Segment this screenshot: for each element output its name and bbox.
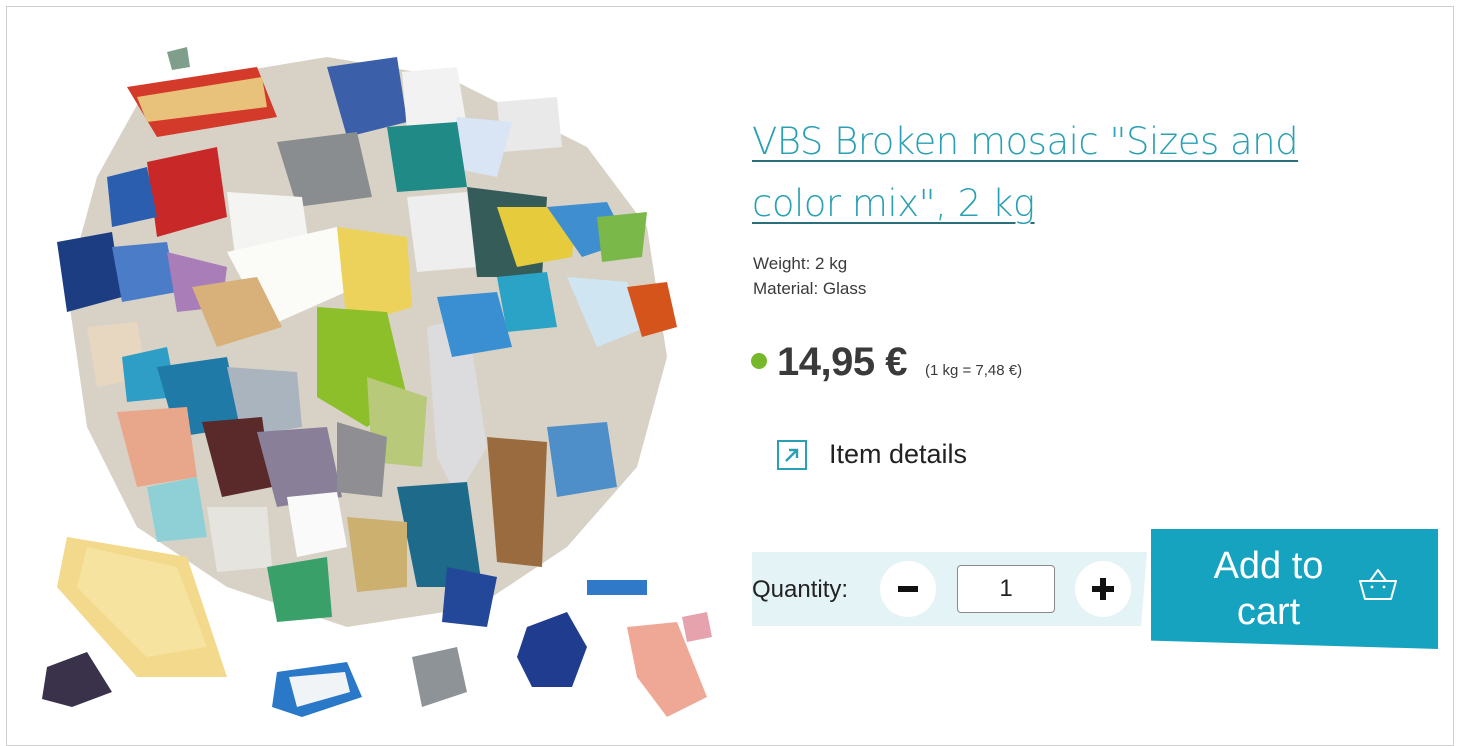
unit-price: (1 kg = 7,48 €) xyxy=(924,362,1023,379)
plus-icon xyxy=(1092,578,1114,600)
product-image[interactable] xyxy=(27,27,727,727)
quantity-bar: Quantity: xyxy=(752,552,1147,626)
spec-weight: Weight: 2 kg xyxy=(753,254,848,273)
mosaic-pieces-illustration xyxy=(42,47,712,717)
item-details-link[interactable]: Item details xyxy=(777,439,967,470)
decrement-button[interactable] xyxy=(880,561,936,617)
increment-button[interactable] xyxy=(1075,561,1131,617)
minus-icon xyxy=(898,586,918,592)
price-row: 14,95 € (1 kg = 7,48 €) xyxy=(751,340,1022,385)
basket-icon xyxy=(1356,567,1400,608)
product-title-link[interactable]: VBS Broken mosaic "Sizes and color mix",… xyxy=(752,120,1299,225)
add-to-cart-label: Add to cart xyxy=(1213,545,1324,633)
product-title[interactable]: VBS Broken mosaic "Sizes and color mix",… xyxy=(752,111,1392,235)
product-card: VBS Broken mosaic "Sizes and color mix",… xyxy=(6,6,1454,746)
price: 14,95 € xyxy=(777,340,907,384)
external-arrow-icon xyxy=(777,439,807,470)
quantity-input[interactable] xyxy=(957,565,1055,613)
spec-material: Material: Glass xyxy=(753,279,867,298)
item-details-label: Item details xyxy=(829,439,968,469)
quantity-label: Quantity: xyxy=(752,576,849,603)
add-to-cart-button[interactable]: Add to cart xyxy=(1151,529,1438,649)
product-specs: Weight: 2 kg Material: Glass xyxy=(753,251,866,301)
availability-dot-icon xyxy=(751,353,767,369)
